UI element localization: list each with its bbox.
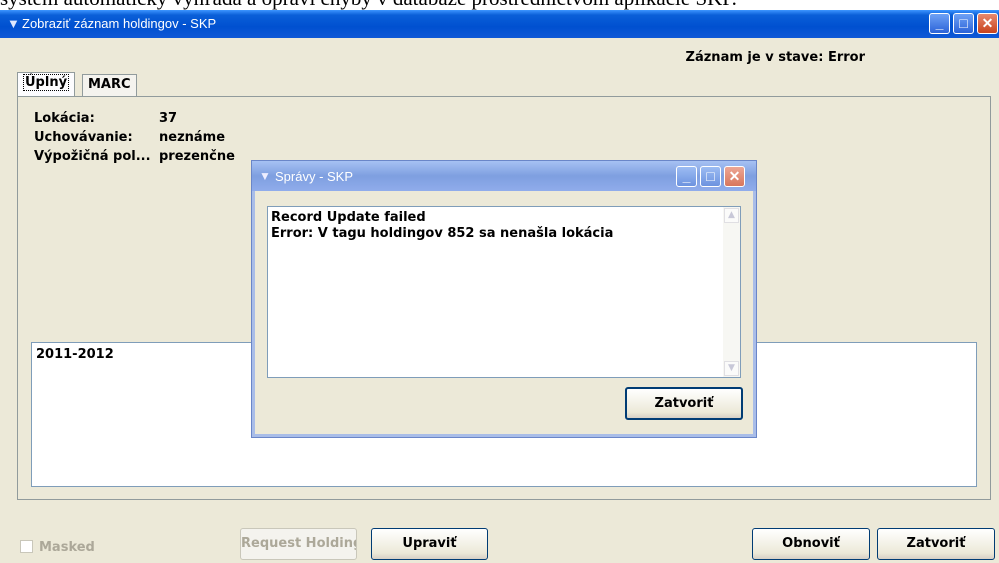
dialog-minimize-button[interactable]: _: [676, 166, 697, 187]
obnovit-button[interactable]: Obnoviť: [752, 528, 870, 560]
app-shield-icon: ▼: [7, 16, 20, 31]
tab-uplny[interactable]: Úplný: [17, 72, 76, 96]
maximize-button[interactable]: □: [953, 13, 974, 34]
dialog-maximize-button[interactable]: □: [700, 166, 721, 187]
field-label-lokacia: Lokácia:: [34, 111, 95, 126]
scroll-down-icon[interactable]: ▼: [724, 361, 739, 376]
close-window-button[interactable]: ✕: [977, 13, 998, 34]
field-value-uchovavanie: neznáme: [159, 130, 226, 145]
minimize-button[interactable]: _: [929, 13, 950, 34]
record-status: Záznam je v stave: Error: [685, 50, 865, 65]
notes-text: 2011-2012: [36, 347, 114, 362]
message-scrollbar[interactable]: ▲ ▼: [723, 207, 740, 377]
dialog-title: Správy - SKP: [275, 169, 354, 184]
scroll-up-icon[interactable]: ▲: [724, 208, 739, 223]
message-textarea[interactable]: Record Update failed Error: V tagu holdi…: [267, 206, 741, 378]
field-value-vypozicna: prezenčne: [159, 149, 235, 164]
masked-checkbox[interactable]: Masked: [20, 540, 95, 555]
message-line: Record Update failed: [271, 210, 426, 225]
dialog-close-button[interactable]: ✕: [724, 166, 745, 187]
tab-marc-label: MARC: [88, 77, 131, 92]
checkbox-box-icon: [20, 540, 33, 553]
upravit-button[interactable]: Upraviť: [371, 528, 488, 560]
request-holding-button[interactable]: Request Holding: [240, 528, 357, 560]
tab-marc[interactable]: MARC: [82, 74, 137, 96]
masked-label: Masked: [39, 540, 95, 555]
dialog-titlebar[interactable]: ▼ Správy - SKP _ □ ✕: [252, 161, 756, 191]
zatvorit-button[interactable]: Zatvoriť: [877, 528, 995, 560]
tab-uplny-label: Úplný: [23, 74, 70, 91]
window-title: Zobraziť záznam holdingov - SKP: [22, 16, 217, 31]
field-label-vypozicna: Výpožičná pol...: [34, 149, 151, 164]
dialog-shield-icon: ▼: [259, 169, 271, 183]
window-titlebar[interactable]: ▼ Zobraziť záznam holdingov - SKP _ □ ✕: [0, 10, 999, 38]
dialog-zatvorit-button[interactable]: Zatvoriť: [625, 387, 743, 420]
main-window: ▼ Zobraziť záznam holdingov - SKP _ □ ✕ …: [0, 10, 999, 563]
field-label-uchovavanie: Uchovávanie:: [34, 130, 133, 145]
messages-dialog: ▼ Správy - SKP _ □ ✕ Record Update faile…: [251, 160, 757, 438]
field-value-lokacia: 37: [159, 111, 178, 126]
message-line: Error: V tagu holdingov 852 sa nenašla l…: [271, 226, 614, 241]
background-document-text: systém automaticky vyhľadá a opraví chyb…: [0, 0, 999, 10]
